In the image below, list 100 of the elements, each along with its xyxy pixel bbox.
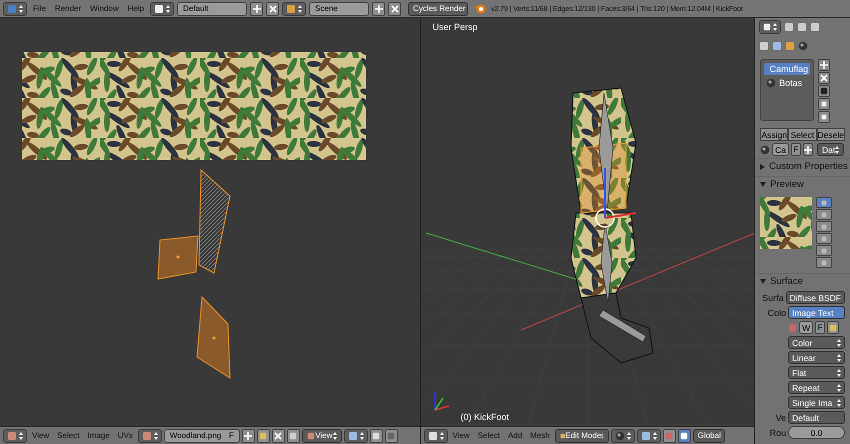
slot-action-button[interactable]: Select [788,128,817,141]
menu-item[interactable]: File [30,4,49,13]
pivot-dropdown[interactable] [344,428,368,442]
material-slot[interactable]: Botas [764,77,810,89]
menu-item[interactable]: View [29,431,52,440]
panel-header[interactable]: Surface [755,273,850,289]
material-preview-drawing [760,197,812,249]
add-button[interactable] [372,2,386,16]
image-name-field[interactable]: Woodland.png F [164,428,240,442]
texture-option-dropdown[interactable]: Flat [788,366,845,379]
preview-type-button[interactable] [816,233,832,244]
add-slot-button[interactable] [818,59,830,71]
disclosure-icon [760,182,766,187]
select-mode-button[interactable] [384,428,398,442]
preview-type-button[interactable] [816,221,832,232]
menu-item[interactable]: UVs [114,431,136,440]
move-up-button[interactable] [818,98,830,110]
delete-button[interactable] [266,2,280,16]
editor-type-button[interactable] [3,2,27,16]
image-mode-dropdown[interactable]: View [302,428,342,442]
updown-arrows-icon [837,368,841,376]
add-button[interactable] [250,2,264,16]
scene-field[interactable]: Scene [309,2,370,16]
render-engine-dropdown[interactable]: Cycles Render [408,2,468,16]
roughness-field[interactable]: 0.0 [788,426,845,439]
disclosure-icon [760,279,766,284]
surface-dropdown[interactable]: Diffuse BSDF [786,291,845,304]
fake-user-toggle[interactable]: F [228,431,234,440]
open-image-button[interactable] [827,321,840,334]
menu-item[interactable]: Help [124,4,148,13]
updown-arrows-icon [837,398,841,406]
updown-arrows-icon [626,432,631,440]
preview-type-button[interactable] [816,245,832,256]
close-icon [820,74,828,82]
updown-arrows-icon [19,4,23,12]
pivot-dropdown[interactable] [636,428,661,442]
menu-item[interactable]: View [450,431,473,440]
move-down-button[interactable] [818,111,830,123]
mode-dropdown[interactable]: Edit Mode [554,428,609,442]
updown-arrows-icon [652,432,657,440]
link-dropdown[interactable]: Dat [816,143,844,156]
unlink-button[interactable] [272,428,285,442]
close-icon [274,432,282,440]
preview-type-button[interactable] [816,209,832,220]
editor-type-button[interactable] [424,428,448,442]
preview-type-button[interactable] [816,257,832,268]
updown-arrows-icon [19,432,23,440]
translate-button[interactable] [678,428,691,442]
close-icon [390,4,399,12]
editor-type-button[interactable] [3,428,27,442]
menu-item[interactable]: Window [87,4,122,13]
updown-arrows-icon [773,22,778,30]
uv-island[interactable] [157,235,199,280]
pin-button[interactable] [286,428,300,442]
remove-slot-button[interactable] [818,72,830,84]
layout-selector[interactable] [150,2,174,16]
panel-title: Preview [770,179,804,190]
close-icon [268,4,277,12]
editor-type-button[interactable] [759,20,782,34]
add-button[interactable] [802,143,813,156]
uv-island[interactable] [196,296,231,379]
vector-dropdown[interactable]: Default [788,411,845,424]
color-input-dropdown[interactable]: Image Text [788,306,845,319]
fake-user-toggle[interactable]: F [790,143,801,156]
specials-button[interactable] [818,85,830,97]
material-slot[interactable]: Camuflag [764,63,810,75]
open-image-button[interactable] [256,428,270,442]
leg-model-drawing[interactable] [570,87,654,364]
uv-island[interactable] [198,168,231,274]
panel-header[interactable]: Preview [755,176,850,192]
preview-type-button[interactable] [816,197,832,208]
slot-action-button[interactable]: Assign [760,128,788,141]
fake-user-toggle[interactable]: F [815,321,826,334]
panel-header[interactable]: Custom Properties [755,158,850,174]
texture-option-dropdown[interactable]: Color [788,336,845,349]
menu-item[interactable]: Add [504,431,526,440]
menu-item[interactable]: Select [54,431,82,440]
sync-button[interactable] [370,428,383,442]
image-browse-button[interactable] [138,428,162,442]
texture-option-dropdown[interactable]: Linear [788,351,845,364]
new-image-button[interactable] [242,428,255,442]
image-name-field[interactable]: W [799,321,814,334]
updown-arrows-icon [154,432,158,440]
updown-arrows-icon [837,338,841,346]
menu-item[interactable]: Render [52,4,84,13]
menu-item[interactable]: Select [474,431,503,440]
texture-option-dropdown[interactable]: Repeat [788,381,845,394]
layout-field[interactable]: Default [177,2,248,16]
orientation-dropdown[interactable]: Global [692,428,725,442]
material-icon [798,40,808,50]
slot-action-button[interactable]: Desele [816,128,846,141]
menu-item[interactable]: Mesh [527,431,553,440]
shading-dropdown[interactable] [610,428,635,442]
material-name-field[interactable]: Ca [772,143,789,156]
menu-item[interactable]: Image [84,431,113,440]
view-label: User Persp [432,22,478,32]
scene-selector[interactable] [282,2,306,16]
delete-button[interactable] [388,2,402,16]
texture-option-dropdown[interactable]: Single Ima [788,396,845,409]
updown-arrows-icon [166,4,170,12]
